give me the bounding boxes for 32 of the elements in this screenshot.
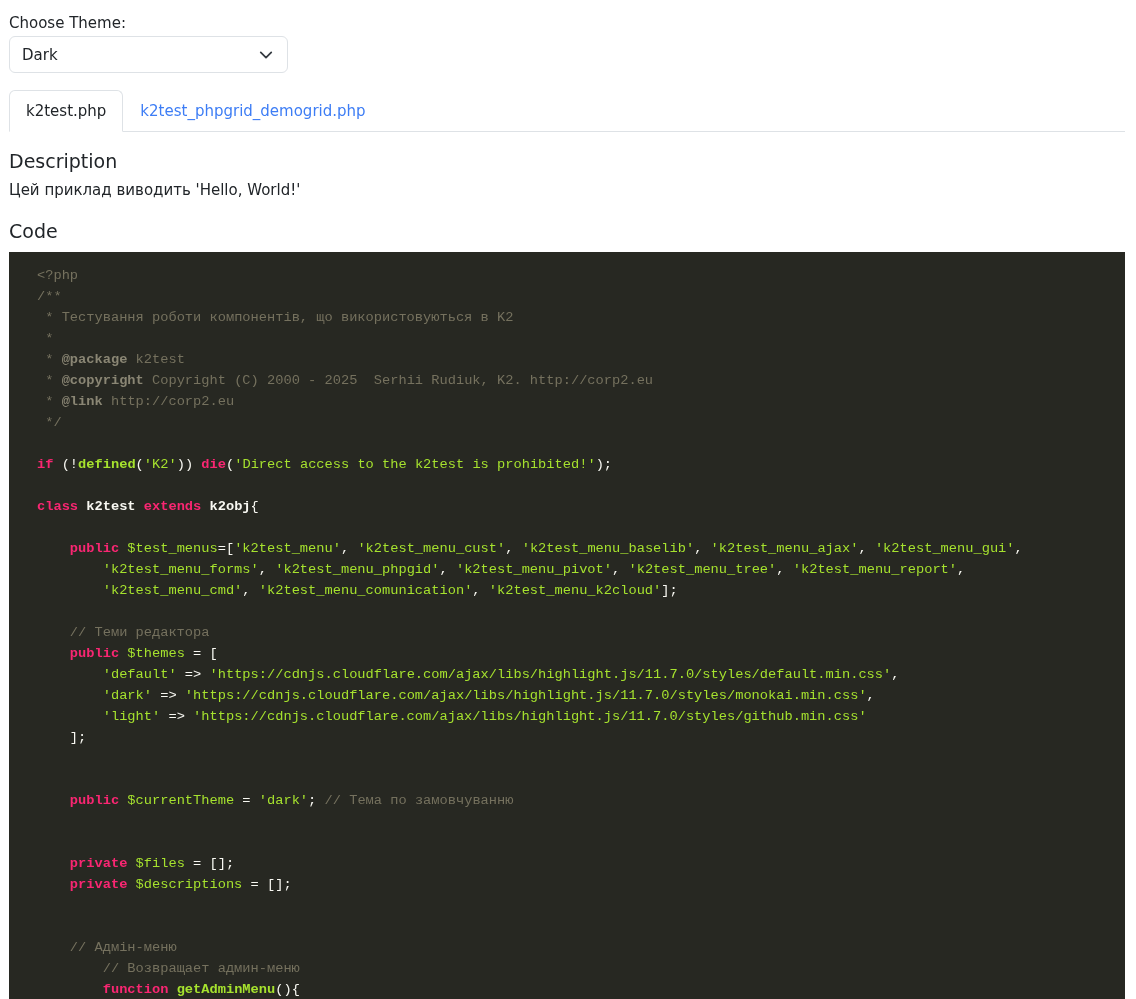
code-line: /** <box>37 288 63 306</box>
code-line: 'k2test_menu_cmd', 'k2test_menu_comunication', 'k2test_menu_k2cloud']; <box>101 582 679 600</box>
code-line: public $test_menus=['k2test_menu', 'k2test_menu_cust', 'k2test_menu_baselib', 'k2test_menu_ajax', 'k2test_menu_gui', <box>68 540 1024 558</box>
code-line: * <box>44 330 55 348</box>
description-text: Цей приклад виводить 'Hello, World!' <box>9 180 302 200</box>
code-line: public $currentTheme = 'dark'; // Тема по замовчуванню <box>68 792 515 810</box>
code-line: function getAdminMenu(){ <box>101 981 301 999</box>
code-line: class k2test extends k2obj{ <box>37 498 260 516</box>
theme-label: Choose Theme: <box>9 13 127 33</box>
code-line: 'k2test_menu_forms', 'k2test_menu_phpgid', 'k2test_menu_pivot', 'k2test_menu_tree', 'k2test_menu_report', <box>101 561 967 579</box>
code-line: private $descriptions = []; <box>68 876 293 894</box>
code-line: 'default' => 'https://cdnjs.cloudflare.com/ajax/libs/highlight.js/11.7.0/styles/default.min.css', <box>101 666 901 684</box>
code-line: 'dark' => 'https://cdnjs.cloudflare.com/ajax/libs/highlight.js/11.7.0/styles/monokai.min.css', <box>101 687 876 705</box>
code-line: 'light' => 'https://cdnjs.cloudflare.com/ajax/libs/highlight.js/11.7.0/styles/github.min.css' <box>101 708 868 726</box>
code-line: * @package k2test <box>44 351 186 369</box>
code-line: // Теми редактора <box>68 624 211 642</box>
file-tab[interactable]: k2test.php <box>9 90 124 132</box>
code-line: ]; <box>68 729 88 747</box>
code-line: public $themes = [ <box>68 645 219 663</box>
code-heading: Code <box>9 219 59 244</box>
theme-select[interactable]: Dark <box>9 36 288 73</box>
file-tab[interactable]: k2test_phpgrid_demogrid.php <box>123 90 383 132</box>
code-line: */ <box>44 414 63 432</box>
code-line: * @link http://corp2.eu <box>44 393 236 411</box>
code-line: * @copyright Copyright (C) 2000 - 2025 Serhii Rudiuk, K2. http://corp2.eu <box>44 372 655 390</box>
code-line: // Возвращает админ-меню <box>101 960 301 978</box>
code-line: private $files = []; <box>68 855 236 873</box>
code-line: // Адмін-меню <box>68 939 178 957</box>
code-line: * Тестування роботи компонентів, що використовуються в K2 <box>44 309 515 327</box>
description-heading: Description <box>9 149 119 174</box>
code-line: if (!defined('K2')) die('Direct access to the k2test is prohibited!'); <box>37 456 614 474</box>
code-line: <?php <box>37 267 80 285</box>
